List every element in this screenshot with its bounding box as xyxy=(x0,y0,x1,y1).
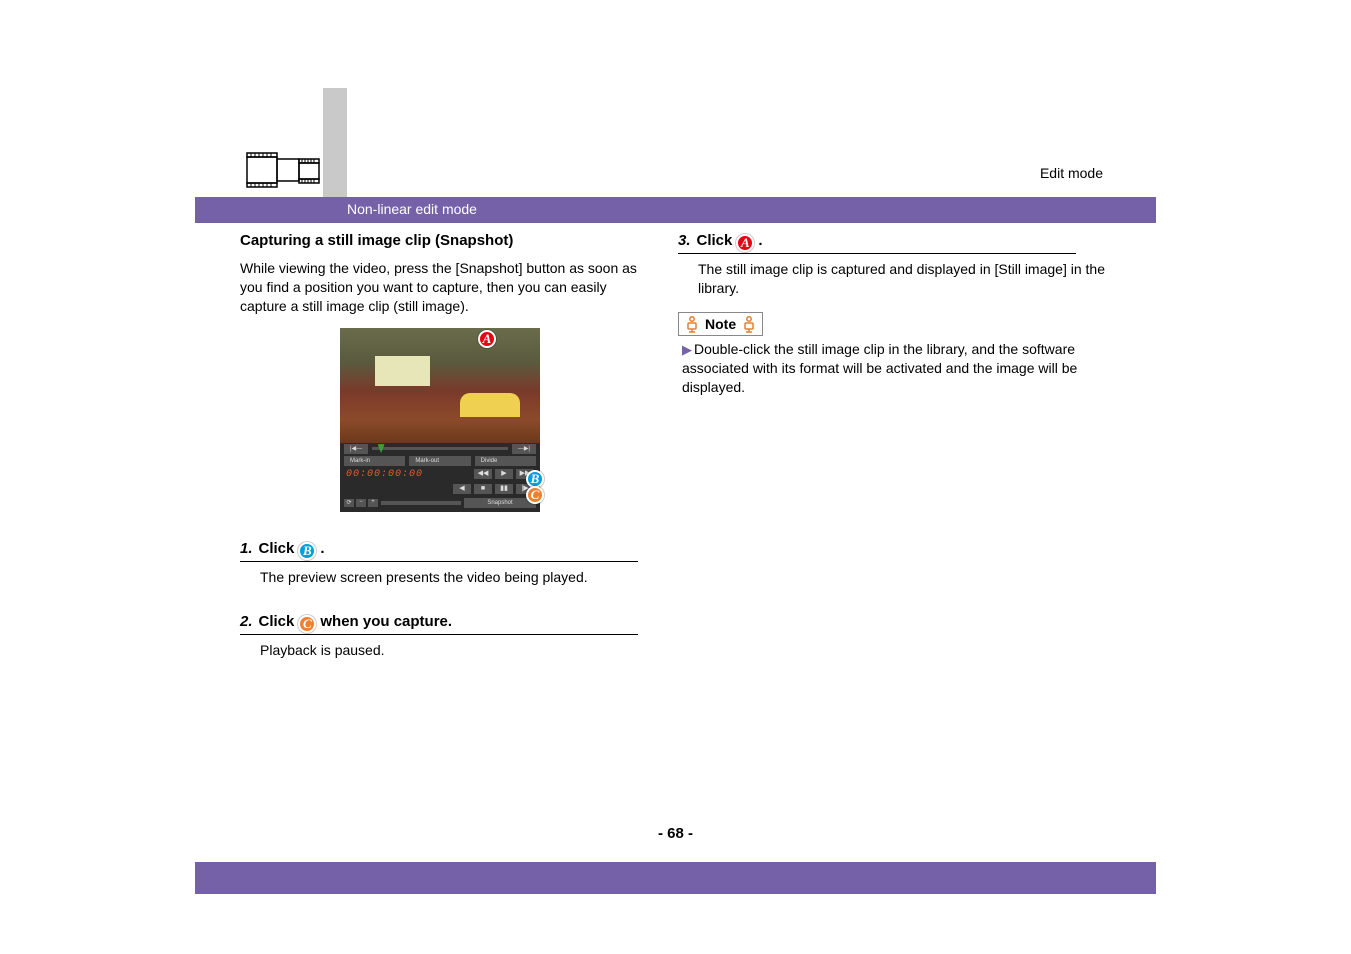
pause-button: ▮▮ xyxy=(495,484,513,494)
page-number: - 68 - xyxy=(0,825,1351,842)
intro-text: While viewing the video, press the [Snap… xyxy=(240,259,640,316)
seek-end-button: —▶| xyxy=(512,444,536,454)
left-column: Capturing a still image clip (Snapshot) … xyxy=(240,232,640,659)
marker-a-inline-icon: A xyxy=(736,234,754,252)
step-3-number: 3. xyxy=(678,232,691,249)
section-title: Capturing a still image clip (Snapshot) xyxy=(240,232,640,249)
marker-c-inline-icon: C xyxy=(298,615,316,633)
step-1-desc: The preview screen presents the video be… xyxy=(240,568,640,587)
step-3-label-post: . xyxy=(758,232,762,249)
step-2-desc: Playback is paused. xyxy=(240,641,640,660)
step-3-label-pre: Click xyxy=(697,232,733,249)
back-button: ◀ xyxy=(453,484,471,494)
preview-controls: |◀— —▶| Mark-in Mark-out Divide 00:00:00… xyxy=(340,443,540,512)
step-1-label-pre: Click xyxy=(259,540,295,557)
zoom-in-button: + xyxy=(368,499,378,507)
seek-slider xyxy=(372,447,508,450)
note-arrow-icon: ▶ xyxy=(682,342,692,357)
preview-panel: |◀— —▶| Mark-in Mark-out Divide 00:00:00… xyxy=(340,328,540,512)
step-1-label-post: . xyxy=(320,540,324,557)
step-3-desc: The still image clip is captured and dis… xyxy=(678,260,1110,298)
preview-image xyxy=(340,328,540,443)
step-2-label-pre: Click xyxy=(259,613,295,630)
note-text-content: Double-click the still image clip in the… xyxy=(682,341,1077,395)
top-accent-block xyxy=(323,88,347,197)
step-2-number: 2. xyxy=(240,613,253,630)
camera-left-icon xyxy=(685,315,699,333)
mode-label: Edit mode xyxy=(1040,165,1103,181)
seek-start-button: |◀— xyxy=(344,444,368,454)
zoom-bar xyxy=(381,501,461,505)
zoom-reset-button: ⟳ xyxy=(344,499,354,507)
timecode-display: 00:00:00:00 xyxy=(340,467,429,482)
play-button: ▶ xyxy=(495,469,513,479)
header-band: Non-linear edit mode xyxy=(195,197,1156,223)
note-text: ▶Double-click the still image clip in th… xyxy=(678,340,1110,397)
rewind-button: ◀◀ xyxy=(474,469,492,479)
marker-c-icon: C xyxy=(526,486,544,504)
divide-button: Divide xyxy=(475,456,536,466)
step-1-number: 1. xyxy=(240,540,253,557)
right-column: 3. Click A . The still image clip is cap… xyxy=(678,232,1110,396)
marker-b-inline-icon: B xyxy=(298,542,316,560)
stop-button: ■ xyxy=(474,484,492,494)
filmstrip-icon xyxy=(246,139,320,199)
step-2-label-post: when you capture. xyxy=(320,613,452,630)
step-2: 2. Click C when you capture. Playback is… xyxy=(240,613,640,660)
slider-thumb xyxy=(378,444,385,453)
camera-right-icon xyxy=(742,315,756,333)
zoom-out-button: − xyxy=(356,499,366,507)
note-box: Note xyxy=(678,312,763,336)
step-1: 1. Click B . The preview screen presents… xyxy=(240,540,640,587)
footer-band xyxy=(195,862,1156,894)
marker-a-icon: A xyxy=(478,330,496,348)
header-band-label: Non-linear edit mode xyxy=(347,201,477,217)
step-3: 3. Click A . The still image clip is cap… xyxy=(678,232,1110,298)
snapshot-button: Snapshot xyxy=(464,498,536,508)
marker-b-icon: B xyxy=(526,470,544,488)
note-label: Note xyxy=(705,316,736,332)
mark-out-button: Mark-out xyxy=(409,456,470,466)
mark-in-button: Mark-in xyxy=(344,456,405,466)
